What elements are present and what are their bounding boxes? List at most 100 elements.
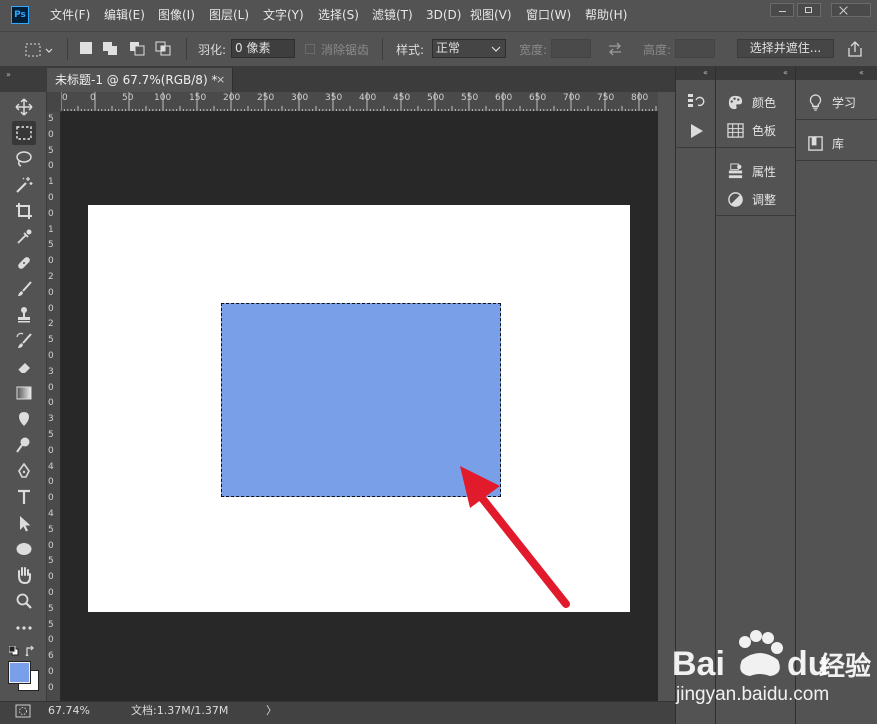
ruler-label: 0 <box>48 303 54 314</box>
brush-tool[interactable] <box>12 277 36 301</box>
bandage-icon <box>18 257 30 269</box>
swap-colors-icon[interactable] <box>25 645 37 657</box>
move-tool[interactable] <box>12 95 36 119</box>
vertical-ruler[interactable]: 5 0 5 0 1 0 0 1 5 0 2 0 0 2 5 0 3 0 0 3 5 0 4 0 0 4 5 0 5 0 0 5 5 0 6 0 0 <box>47 112 61 701</box>
collapse-icon[interactable]: « <box>783 68 788 78</box>
color-panel-label: 颜色 <box>752 95 777 110</box>
rectangular-marquee-tool[interactable] <box>12 121 36 145</box>
add-selection-button[interactable] <box>102 41 120 56</box>
edit-toolbar-button[interactable] <box>12 616 36 640</box>
ruler-label: 5 <box>48 619 54 630</box>
eraser-tool[interactable] <box>12 355 36 379</box>
menu-file[interactable]: 文件(F) <box>50 0 90 31</box>
canvas-vertical-scrollbar[interactable] <box>658 112 674 701</box>
crop-tool[interactable] <box>12 199 36 223</box>
horizontal-ruler[interactable]: 0 0 50 100 150 200 250 300 350 400 450 5… <box>61 92 658 112</box>
eyedropper-tool[interactable] <box>12 225 36 249</box>
feather-input[interactable]: 0 像素 <box>231 39 295 58</box>
tool-preset-picker[interactable] <box>24 40 54 60</box>
libraries-panel-button[interactable]: 库 <box>807 130 844 156</box>
ruler-label: 700 <box>563 93 581 103</box>
libraries-panel-label: 库 <box>832 136 845 151</box>
menu-type[interactable]: 文字(Y) <box>263 0 304 31</box>
collapse-icon[interactable]: « <box>703 68 708 78</box>
photoshop-logo: Ps <box>11 6 29 24</box>
swatches-panel-label: 色板 <box>752 123 777 138</box>
swatches-panel-button[interactable]: 色板 <box>727 117 776 143</box>
height-input[interactable] <box>675 39 715 58</box>
window-close-button[interactable] <box>831 3 871 17</box>
adjustments-panel-button[interactable]: 调整 <box>727 186 776 212</box>
ellipse-tool[interactable] <box>12 537 36 561</box>
history-brush-tool[interactable] <box>12 329 36 353</box>
menu-window[interactable]: 窗口(W) <box>526 0 571 31</box>
learn-panel-button[interactable]: 学习 <box>807 89 856 115</box>
menu-view[interactable]: 视图(V) <box>470 0 512 31</box>
antialias-checkbox[interactable] <box>305 44 315 54</box>
default-colors-icon[interactable] <box>8 645 19 656</box>
ruler-label: 5 <box>48 335 54 346</box>
hand-tool[interactable] <box>12 563 36 587</box>
dodge-tool[interactable] <box>12 433 36 457</box>
ruler-label: 0 <box>48 445 54 456</box>
pen-tool[interactable] <box>12 459 36 483</box>
healing-brush-tool[interactable] <box>12 251 36 275</box>
lasso-tool[interactable] <box>12 147 36 171</box>
swap-icon <box>609 42 621 56</box>
blur-tool[interactable] <box>12 407 36 431</box>
width-input[interactable] <box>551 39 591 58</box>
menu-select[interactable]: 选择(S) <box>318 0 359 31</box>
clone-stamp-tool[interactable] <box>12 303 36 327</box>
document-size-info: 文档:1.37M/1.37M <box>131 704 229 717</box>
height-label: 高度: <box>643 43 672 57</box>
style-label: 样式: <box>396 43 425 57</box>
foreground-color-swatch[interactable] <box>9 662 30 683</box>
status-menu-arrow[interactable]: 〉 <box>266 704 277 718</box>
quick-mask-button[interactable] <box>14 704 32 718</box>
ruler-label: 5 <box>48 240 54 251</box>
actions-button[interactable] <box>688 122 706 140</box>
subtract-selection-button[interactable] <box>129 41 147 56</box>
lasso-icon <box>16 151 32 167</box>
menu-layer[interactable]: 图层(L) <box>209 0 249 31</box>
gradient-tool[interactable] <box>12 381 36 405</box>
ruler-label: 150 <box>189 93 207 103</box>
menu-filter[interactable]: 滤镜(T) <box>372 0 413 31</box>
ruler-label: 3 <box>48 414 54 425</box>
ruler-label: 5 <box>48 430 54 440</box>
share-button[interactable] <box>845 39 865 59</box>
menu-3d[interactable]: 3D(D) <box>426 0 461 31</box>
red-annotation-arrow <box>460 466 570 608</box>
menu-image[interactable]: 图像(I) <box>158 0 195 31</box>
type-tool[interactable] <box>12 485 36 509</box>
collapse-icon[interactable]: « <box>859 68 864 78</box>
intersect-selection-icon <box>155 41 171 56</box>
zoom-level[interactable]: 67.74% <box>48 704 90 718</box>
ruler-label: 2 <box>48 272 54 282</box>
watermark-brand-cn: 经验 <box>819 651 871 682</box>
panel-header <box>796 67 877 80</box>
ruler-label: 0 <box>48 193 54 203</box>
ruler-label: 4 <box>48 509 54 519</box>
style-dropdown[interactable]: 正常 <box>432 39 506 58</box>
swap-dimensions-button[interactable] <box>606 40 624 58</box>
properties-panel-label: 属性 <box>752 164 777 179</box>
menu-help[interactable]: 帮助(H) <box>585 0 627 31</box>
adjustments-icon <box>728 191 743 207</box>
ruler-label: 0 <box>48 382 54 393</box>
properties-panel-button[interactable]: 属性 <box>727 158 776 184</box>
history-button[interactable] <box>687 92 705 110</box>
select-and-mask-button[interactable]: 选择并遮住... <box>737 39 834 58</box>
collapse-toolbar-icon[interactable]: » <box>6 70 11 79</box>
close-tab-icon[interactable]: × <box>216 72 225 88</box>
path-selection-tool[interactable] <box>12 511 36 535</box>
magic-wand-tool[interactable] <box>12 173 36 197</box>
color-panel-button[interactable]: 颜色 <box>727 89 776 115</box>
intersect-selection-button[interactable] <box>155 41 173 56</box>
hand-icon <box>18 567 31 584</box>
menu-edit[interactable]: 编辑(E) <box>104 0 145 31</box>
new-selection-button[interactable] <box>80 42 92 54</box>
zoom-tool[interactable] <box>12 589 36 613</box>
window-maximize-button[interactable] <box>797 3 821 17</box>
window-minimize-button[interactable] <box>770 3 794 17</box>
